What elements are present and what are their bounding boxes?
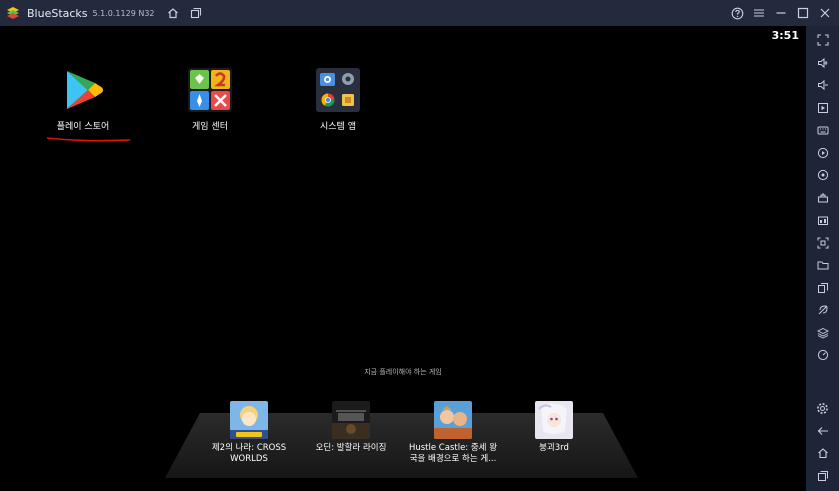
game-center-icon: [188, 68, 232, 112]
recent-game-odin[interactable]: 오딘: 발할라 라이징: [303, 401, 399, 454]
system-apps-folder-icon: [316, 68, 360, 112]
right-sidebar: [806, 26, 839, 491]
rotate-icon[interactable]: [806, 164, 839, 187]
app-label-system-apps: 시스템 앱: [320, 122, 356, 132]
play-store-icon: [61, 68, 105, 112]
recent-game-hustle-castle[interactable]: Hustle Castle: 중세 왕 국을 배경으로 하는 게...: [405, 401, 501, 465]
recent-games-shelf: [165, 413, 638, 478]
volume-up-icon[interactable]: [806, 52, 839, 75]
game-name-line1: 제2의 나라: CROSS: [211, 443, 287, 453]
maximize-icon[interactable]: [792, 0, 814, 26]
back-arrow-icon[interactable]: [806, 420, 839, 443]
red-underline-annotation: [46, 137, 131, 142]
multi-instance-icon[interactable]: [189, 6, 203, 20]
media-player-icon[interactable]: [806, 97, 839, 120]
recent-games-label: 지금 플레이해야 하는 게임: [364, 368, 442, 376]
volume-down-icon[interactable]: [806, 74, 839, 97]
app-name: BlueStacks: [27, 6, 88, 20]
performance-icon[interactable]: [806, 344, 839, 367]
apk-manager-icon[interactable]: [806, 209, 839, 232]
game-thumbnail-odin: [332, 401, 370, 439]
screenshot-icon[interactable]: [806, 232, 839, 255]
android-home-icon[interactable]: [806, 442, 839, 465]
game-name-line1: Hustle Castle: 중세 왕: [408, 443, 498, 453]
app-version: 5.1.0.1129 N32: [92, 8, 155, 18]
eco-mode-icon[interactable]: [806, 299, 839, 322]
settings-gear-icon[interactable]: [806, 397, 839, 420]
status-clock: 3:51: [771, 29, 799, 42]
install-apk-icon[interactable]: [806, 187, 839, 210]
recent-game-honkai-3rd[interactable]: 붕괴3rd: [506, 401, 602, 454]
bluestacks-logo-icon: [5, 5, 21, 21]
layers-icon[interactable]: [806, 322, 839, 345]
game-name-line2: 국을 배경으로 하는 게...: [409, 454, 497, 464]
keyboard-controls-icon[interactable]: [806, 119, 839, 142]
game-name-line1: 붕괴3rd: [539, 443, 569, 453]
home-icon[interactable]: [166, 6, 180, 20]
game-thumbnail-ni-no-kuni: [230, 401, 268, 439]
macro-record-icon[interactable]: [806, 142, 839, 165]
help-icon[interactable]: [726, 0, 748, 26]
app-label-game-center: 게임 센터: [192, 122, 228, 132]
app-label-play-store: 플레이 스토어: [56, 122, 110, 132]
fullscreen-icon[interactable]: [806, 29, 839, 52]
title-bar: BlueStacks 5.1.0.1129 N32: [0, 0, 839, 26]
game-name-line2: WORLDS: [230, 454, 268, 464]
app-system-apps[interactable]: 시스템 앱: [278, 68, 398, 132]
recent-apps-icon[interactable]: [806, 465, 839, 488]
game-name-line1: 오딘: 발할라 라이징: [315, 443, 387, 453]
minimize-icon[interactable]: [770, 0, 792, 26]
close-icon[interactable]: [814, 0, 836, 26]
menu-icon[interactable]: [748, 0, 770, 26]
game-thumbnail-honkai-3rd: [535, 401, 573, 439]
recent-game-ni-no-kuni[interactable]: 제2의 나라: CROSS WORLDS: [201, 401, 297, 465]
game-thumbnail-hustle-castle: [434, 401, 472, 439]
app-game-center[interactable]: 게임 센터: [150, 68, 270, 132]
folder-icon[interactable]: [806, 254, 839, 277]
app-play-store[interactable]: 플레이 스토어: [23, 68, 143, 132]
multi-instance-sidebar-icon[interactable]: [806, 277, 839, 300]
